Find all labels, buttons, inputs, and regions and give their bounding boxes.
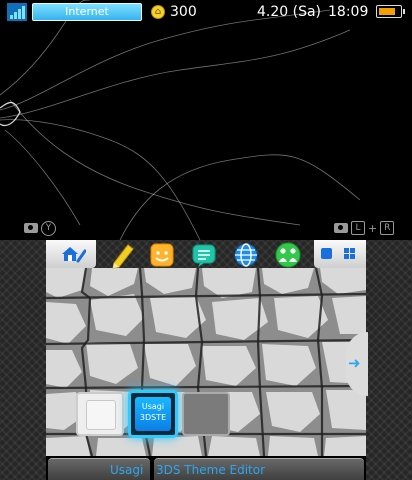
notifications-speech-icon[interactable] xyxy=(190,241,218,269)
publisher-tab: Usagi xyxy=(48,458,150,480)
app-title-label: 3DS Theme Editor xyxy=(156,463,266,477)
coin-count: 300 xyxy=(170,4,197,20)
scroll-right-button[interactable]: ➜ xyxy=(346,332,368,396)
grid-view-icon[interactable] xyxy=(344,248,355,259)
notes-pencil-icon[interactable] xyxy=(108,241,136,269)
empty-app-slot[interactable] xyxy=(76,392,124,436)
battery-icon xyxy=(376,5,405,18)
y-button-icon: Y xyxy=(41,220,56,236)
usagi-3dste-app-icon[interactable]: Usagi 3DSTE xyxy=(135,397,171,431)
connection-status: Internet xyxy=(32,3,142,21)
camera-icon xyxy=(334,223,348,233)
selected-app-slot[interactable]: Usagi 3DSTE xyxy=(128,390,178,438)
app-icon-line2: 3DSTE xyxy=(139,413,167,422)
r-button-icon: R xyxy=(380,221,395,235)
bottom-screen: Usagi 3DSTE ➜ Usagi 3DS Theme Editor xyxy=(0,240,412,480)
date-display: 4.20 (Sa) xyxy=(257,4,322,20)
plus-sign: + xyxy=(368,221,378,235)
bottom-info-bar: Usagi 3DS Theme Editor xyxy=(46,456,366,480)
screenshot-hint-left: Y xyxy=(24,220,56,236)
app-slot[interactable] xyxy=(182,392,230,436)
miiverse-people-icon[interactable] xyxy=(274,241,302,269)
internet-browser-globe-icon[interactable] xyxy=(232,241,260,269)
app-icon-line1: Usagi xyxy=(141,402,165,411)
wifi-signal-icon xyxy=(7,3,27,21)
home-settings-tab[interactable] xyxy=(46,240,96,268)
swirl-wallpaper xyxy=(0,0,361,240)
arrow-right-icon: ➜ xyxy=(348,354,361,372)
single-view-icon[interactable] xyxy=(321,248,332,259)
home-settings-icon xyxy=(62,247,86,263)
l-button-icon: L xyxy=(351,221,365,235)
camera-icon xyxy=(24,223,38,233)
time-display: 18:09 xyxy=(328,4,369,20)
app-title-tab: 3DS Theme Editor xyxy=(154,458,364,480)
friend-list-smiley-icon[interactable] xyxy=(148,241,176,269)
battery-fill xyxy=(379,8,395,15)
publisher-label: Usagi xyxy=(110,463,144,477)
top-screen: Internet ⌂ 300 4.20 (Sa) 18:09 Y L + R xyxy=(0,0,412,240)
play-coin-icon: ⌂ xyxy=(151,5,165,19)
screenshot-hint-right: L + R xyxy=(334,220,395,236)
app-shortcut-bar xyxy=(96,240,314,269)
view-toggle-tab[interactable] xyxy=(314,240,366,268)
